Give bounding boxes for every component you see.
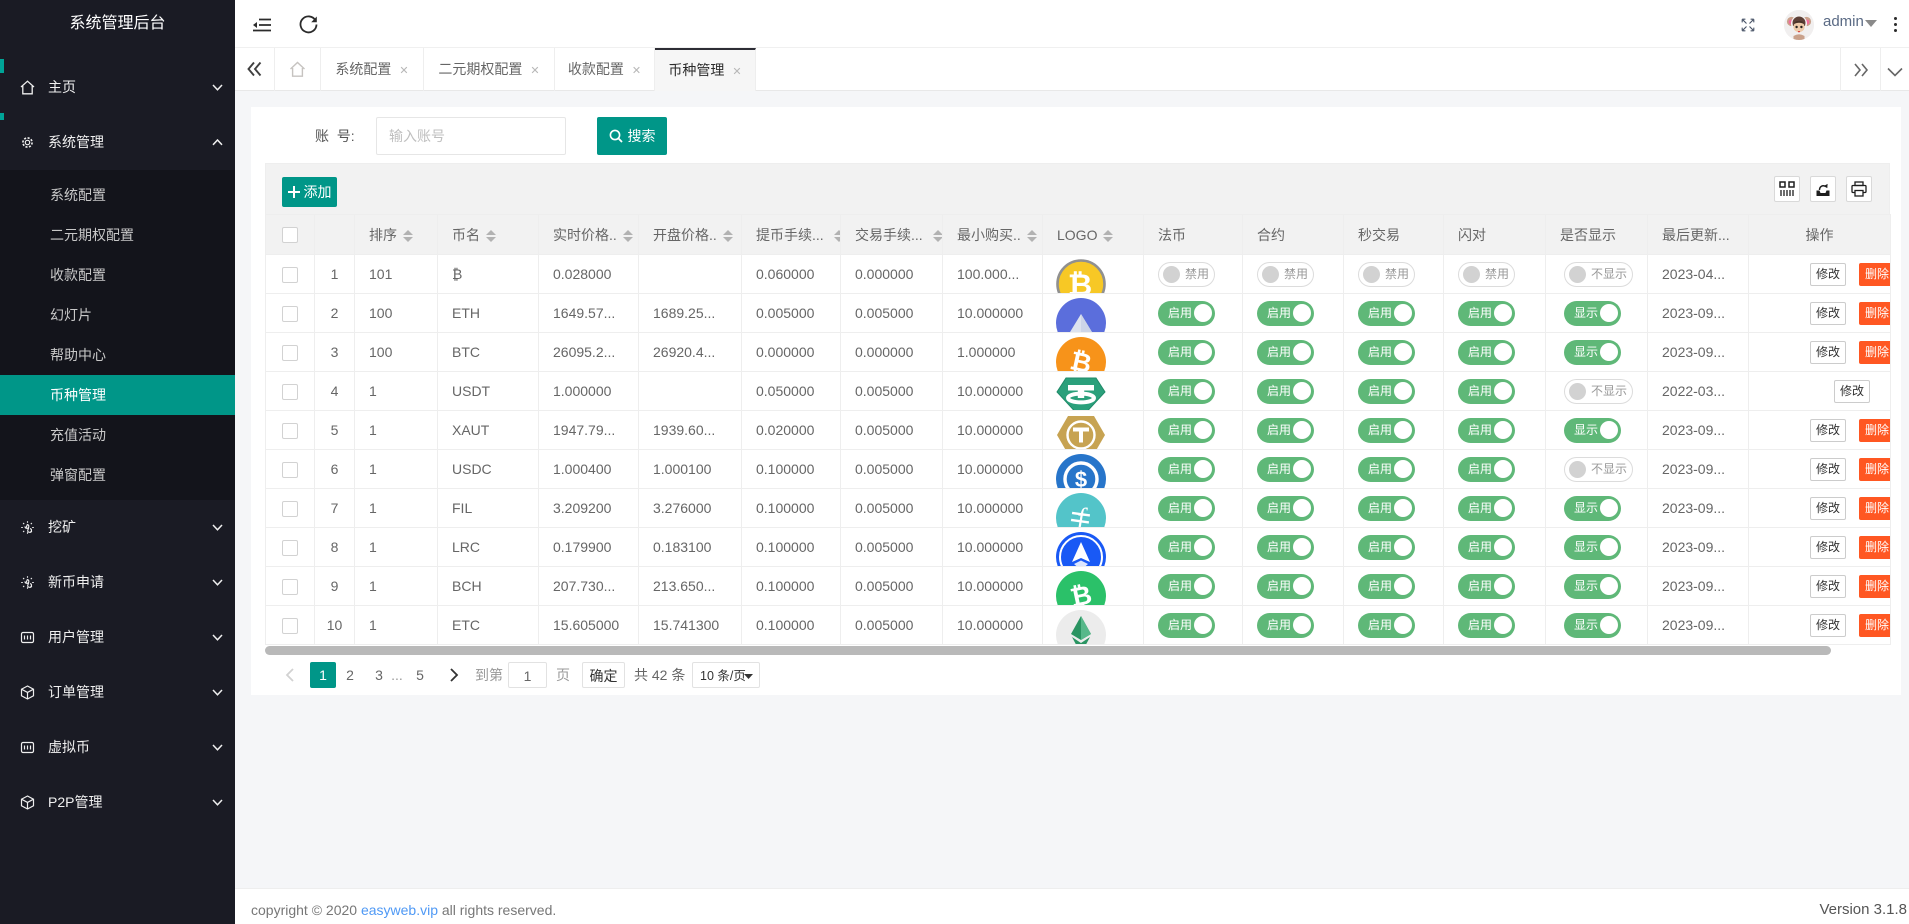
svg-text:$: $ [1075, 467, 1087, 488]
svg-text:₿: ₿ [1068, 269, 1092, 293]
